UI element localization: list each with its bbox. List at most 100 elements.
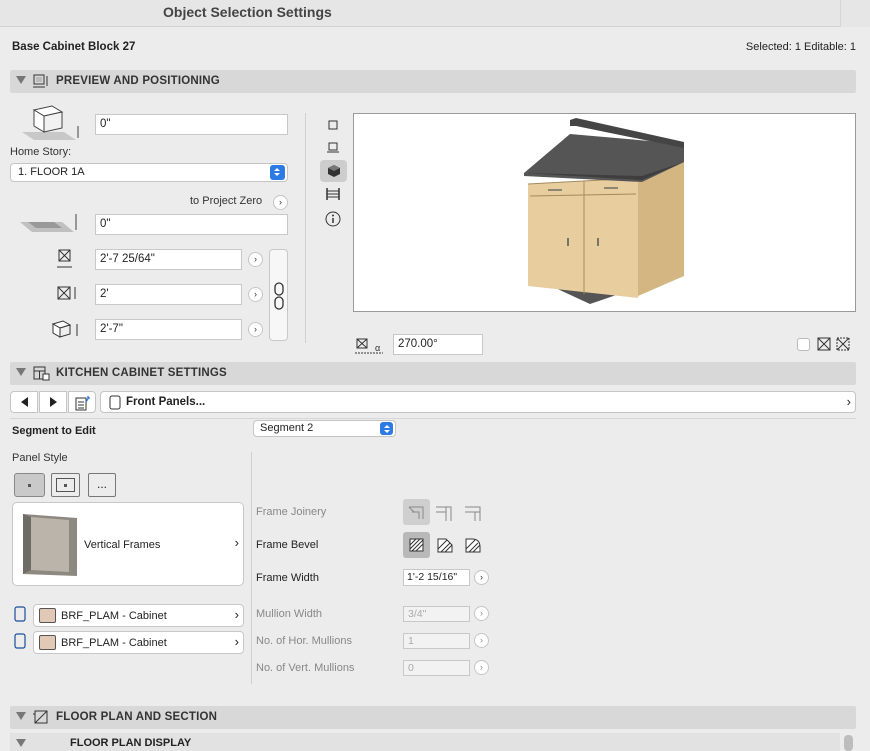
section-title: PREVIEW AND POSITIONING [56,75,220,87]
scrollbar-thumb[interactable] [844,735,853,751]
width-arrow-button[interactable]: › [248,252,263,267]
depth-icon [57,286,76,300]
next-page-button[interactable] [39,391,67,413]
depth-field[interactable]: 2' [95,284,242,305]
home-story-value: 1. FLOOR 1A [18,166,85,178]
joinery-miter-icon [408,506,424,519]
elevation-view-icon [326,188,340,200]
mullion-width-field[interactable]: 3/4" [403,606,470,622]
material-name: BRF_PLAM - Cabinet [61,637,167,649]
page-name: Front Panels... [126,396,206,408]
rotation-field[interactable]: 270.00° [393,334,483,355]
hor-mullions-field[interactable]: 1 [403,633,470,649]
collapse-triangle-icon[interactable] [16,739,26,747]
panel-dot [64,484,67,487]
material-swatch [39,635,56,650]
preview-2d-button[interactable] [320,115,346,135]
chevron-right-icon: › [234,634,239,649]
collapse-triangle-icon[interactable] [16,712,26,720]
window-title: Object Selection Settings [163,4,332,20]
panel-preview-label: Vertical Frames [84,539,161,551]
material-swatch [39,608,56,623]
home-story-label: Home Story: [10,146,72,158]
home-story-select[interactable]: 1. FLOOR 1A [10,163,288,182]
preview-info-button[interactable] [320,208,346,230]
bevel-option-1[interactable] [403,532,430,558]
svg-text:α: α [375,343,380,353]
chevron-right-icon: › [234,535,239,550]
height-field[interactable]: 2'-7" [95,319,242,340]
proportion-lock-button[interactable] [269,249,288,341]
material-picker-1[interactable]: BRF_PLAM - Cabinet › [33,604,244,627]
to-project-zero-arrow-button[interactable]: › [273,195,288,210]
segment-select[interactable]: Segment 2 [253,420,396,437]
divider [251,452,252,684]
page-list-button[interactable] [68,391,96,413]
joinery-butt-icon[interactable] [434,504,454,522]
hor-mullions-arrow-button[interactable]: › [474,633,489,648]
info-icon [325,211,341,227]
width-field[interactable]: 2'-7 25/64" [95,249,242,270]
floor-plan-display-row[interactable]: FLOOR PLAN DISPLAY [10,733,840,751]
collapse-triangle-icon[interactable] [16,368,26,376]
mirror-checkbox[interactable] [797,338,810,351]
panel-preview-card[interactable]: Vertical Frames › [12,502,244,586]
section-preview-positioning[interactable]: PREVIEW AND POSITIONING [10,70,856,93]
elevation-field[interactable]: 0" [95,114,288,135]
section-kitchen-cabinet[interactable]: KITCHEN CABINET SETTINGS [10,362,856,385]
rotation-angle-icon: α [355,338,383,354]
chain-link-icon [274,282,284,310]
door-panel-icon [14,606,26,622]
panel-style-label: Panel Style [12,452,68,464]
divider [305,113,306,343]
section-floor-plan[interactable]: FLOOR PLAN AND SECTION [10,706,856,729]
prev-page-button[interactable] [10,391,38,413]
preview-3d-button[interactable] [320,160,347,182]
material-name: BRF_PLAM - Cabinet [61,610,167,622]
panel-style-flat-button[interactable] [14,473,45,497]
chevron-right-icon: › [846,394,851,409]
mullion-width-label: Mullion Width [256,608,323,620]
section-view-icon [327,142,339,153]
selection-status: Selected: 1 Editable: 1 [745,41,856,53]
cube-3d-icon [328,165,340,177]
panel-style-more-button[interactable]: ... [88,473,116,497]
material-picker-2[interactable]: BRF_PLAM - Cabinet › [33,631,244,654]
bevel-round-icon[interactable] [465,538,481,553]
vertical-frames-thumbnail [23,514,77,576]
depth-arrow-button[interactable]: › [248,287,263,302]
select-stepper-icon [380,422,393,435]
mirror-dashed-icon[interactable] [836,337,850,351]
project-zero-field[interactable]: 0" [95,214,288,235]
preview-elevation-button[interactable] [320,184,346,204]
bevel-flat-icon [409,538,424,552]
page-selector[interactable]: Front Panels... › [100,391,856,413]
left-arrow-icon [21,397,28,407]
preview-section-button[interactable] [320,138,346,158]
section-title: KITCHEN CABINET SETTINGS [56,367,227,379]
to-project-zero-label: to Project Zero [190,195,263,207]
width-icon [57,249,72,268]
vert-mullions-arrow-button[interactable]: › [474,660,489,675]
preview-canvas[interactable] [353,113,856,312]
frame-joinery-label: Frame Joinery [256,506,327,518]
height-arrow-button[interactable]: › [248,322,263,337]
mirror-icon[interactable] [817,337,831,351]
floor-plan-icon [33,710,48,724]
bevel-chamfer-icon[interactable] [437,538,453,553]
joinery-option-1[interactable] [403,499,430,525]
joinery-butt-alt-icon[interactable] [463,504,483,522]
frame-width-arrow-button[interactable]: › [474,570,489,585]
select-stepper-icon [270,165,285,180]
project-zero-icon [20,214,77,232]
panel-style-raised-button[interactable] [51,473,80,497]
collapse-triangle-icon[interactable] [16,76,26,84]
divider [10,418,856,419]
vert-mullions-field[interactable]: 0 [403,660,470,676]
frame-width-label: Frame Width [256,572,319,584]
frame-width-field[interactable]: 1'-2 15/16" [403,569,470,586]
mullion-width-arrow-button[interactable]: › [474,606,489,621]
sub-section-title: FLOOR PLAN DISPLAY [70,737,192,749]
object-name: Base Cabinet Block 27 [12,41,136,53]
frame-bevel-label: Frame Bevel [256,539,319,551]
